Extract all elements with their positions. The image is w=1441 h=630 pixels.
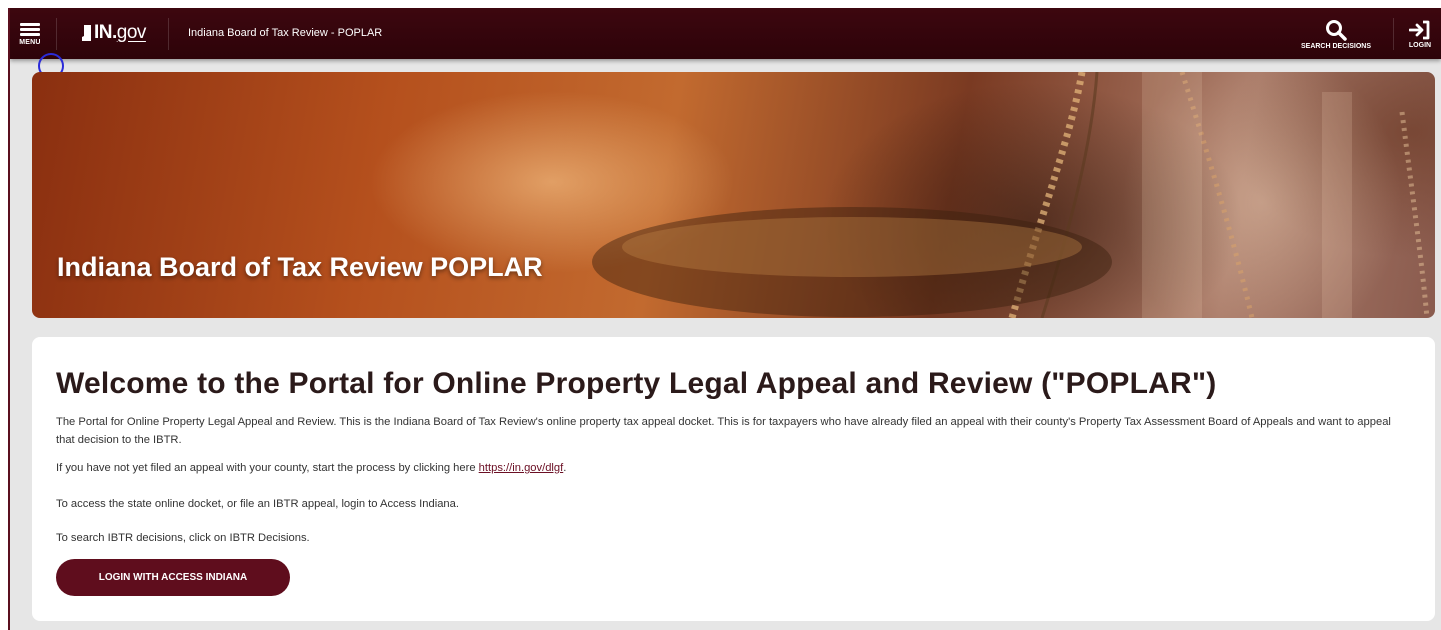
divider	[56, 18, 57, 50]
hero-banner: Indiana Board of Tax Review POPLAR	[32, 72, 1435, 318]
ingov-suffix: gov	[116, 22, 147, 43]
in-gov-logo[interactable]: IN. gov	[82, 21, 146, 45]
site-title[interactable]: Indiana Board of Tax Review - POPLAR	[188, 27, 382, 39]
menu-label: MENU	[19, 39, 41, 46]
search-decisions-paragraph: To search IBTR decisions, click on IBTR …	[56, 532, 310, 544]
page-frame: MENU IN. gov Indiana Board of Tax Review …	[8, 8, 1441, 630]
dlgf-link[interactable]: https://in.gov/dlgf	[479, 462, 564, 474]
ingov-prefix: IN.	[94, 22, 117, 43]
menu-icon	[20, 21, 40, 38]
hero-title: Indiana Board of Tax Review POPLAR	[57, 252, 543, 282]
county-appeal-suffix: .	[563, 462, 567, 474]
page-title: Welcome to the Portal for Online Propert…	[56, 367, 1217, 400]
top-navigation-bar: MENU IN. gov Indiana Board of Tax Review …	[10, 8, 1441, 59]
login-label: LOGIN	[1408, 41, 1432, 49]
login-with-access-indiana-button[interactable]: LOGIN WITH ACCESS INDIANA	[56, 559, 290, 596]
menu-button[interactable]: MENU	[10, 8, 50, 59]
login-button[interactable]: LOGIN	[1399, 14, 1441, 54]
county-appeal-text: If you have not yet filed an appeal with…	[56, 462, 479, 474]
search-decisions-button[interactable]: SEARCH DECISIONS	[1291, 14, 1381, 54]
county-appeal-paragraph: If you have not yet filed an appeal with…	[56, 459, 1396, 477]
divider	[1393, 18, 1394, 50]
divider	[168, 18, 169, 50]
intro-paragraph: The Portal for Online Property Legal App…	[56, 416, 1391, 446]
welcome-card: Welcome to the Portal for Online Propert…	[32, 337, 1435, 621]
search-icon	[1326, 19, 1347, 41]
login-icon	[1409, 20, 1430, 39]
search-decisions-label: SEARCH DECISIONS	[1300, 42, 1371, 50]
indiana-state-icon	[82, 25, 91, 41]
access-docket-paragraph: To access the state online docket, or fi…	[56, 498, 459, 510]
